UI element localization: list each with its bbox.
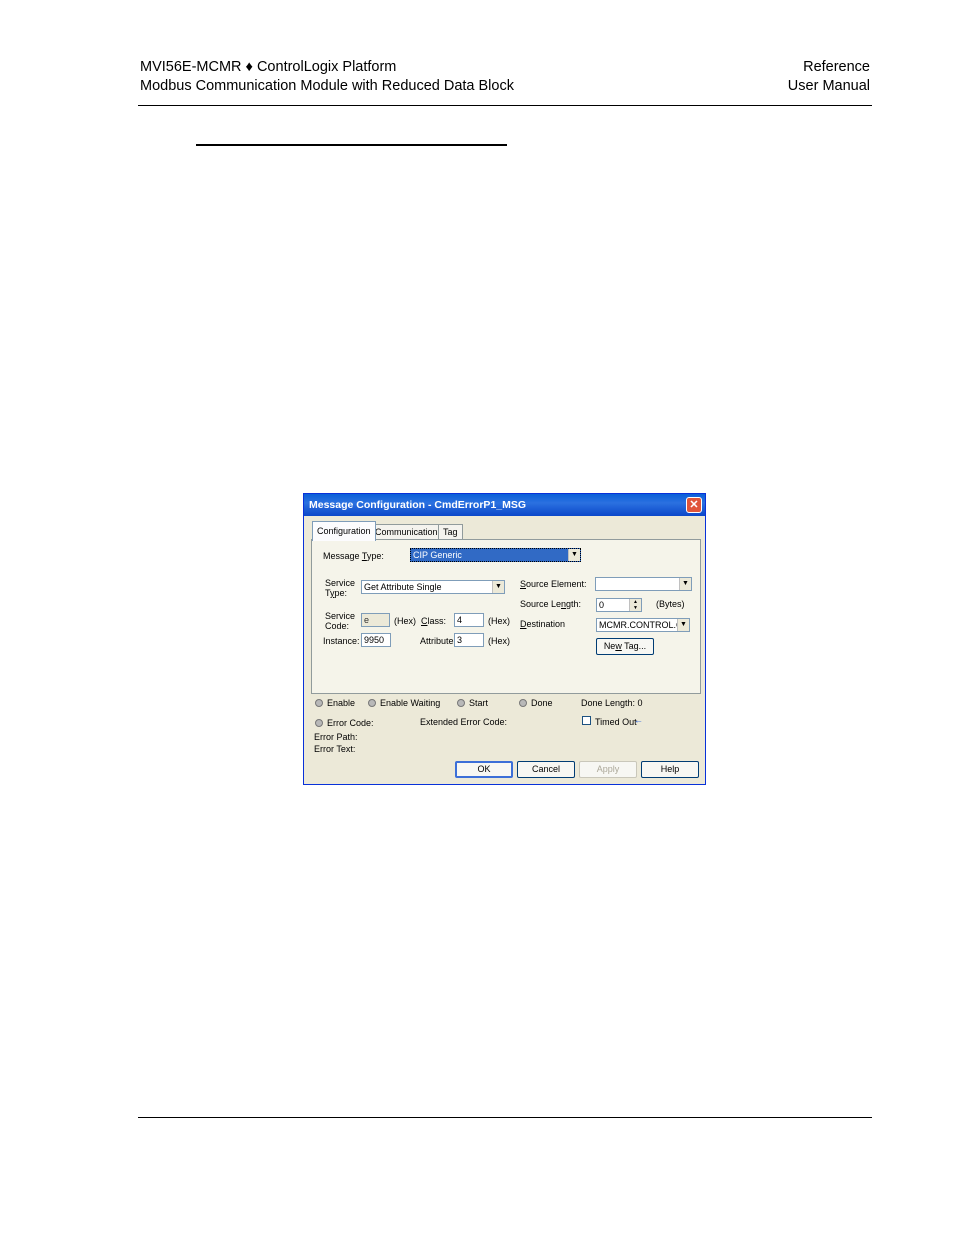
attribute-unit: (Hex) [488,636,510,646]
footer-divider [138,1117,872,1118]
start-status-led [457,699,465,707]
dialog-title: Message Configuration - CmdErrorP1_MSG [309,499,527,511]
class-label: Class: [421,616,447,626]
page-header-right: Reference User Manual [788,58,870,96]
attribute-label: Attribute: [420,636,457,646]
source-length-unit: (Bytes) [656,599,685,609]
done-status-label: Done [531,698,553,708]
apply-button[interactable]: Apply [579,761,637,778]
timed-out-label: Timed Out [595,717,637,727]
chevron-down-icon: ▼ [492,581,504,593]
class-field[interactable]: 4 [454,613,484,627]
extended-error-code-label: Extended Error Code: [420,717,508,727]
source-length-label: Source Length: [520,599,582,609]
header-doc-type: User Manual [787,78,870,94]
class-unit: (Hex) [488,616,510,626]
ok-button[interactable]: OK [455,761,513,778]
cancel-button[interactable]: Cancel [517,761,575,778]
destination-select[interactable]: MCMR.CONTROL.C ▼ [596,618,690,632]
enable-status-led [315,699,323,707]
header-product-line: MVI56E-MCMR ♦ ControlLogix Platform [140,59,397,75]
close-icon: ✕ [689,499,699,511]
help-button[interactable]: Help [641,761,699,778]
chevron-down-icon: ▼ [677,619,689,631]
start-status-label: Start [469,698,489,708]
section-underline [196,144,507,146]
enable-waiting-status-label: Enable Waiting [380,698,441,708]
error-code-label: Error Code: [327,718,374,728]
arrow-left-icon: ← [634,715,643,725]
source-element-label: Source Element: [520,579,587,589]
configuration-panel: Message Type: CIP Generic ▼ Service Type: … [311,539,701,694]
message-type-select[interactable]: CIP Generic ▼ [410,548,581,562]
destination-label: Destination [520,619,566,629]
header-product-description: Modbus Communication Module with Reduced… [140,78,514,94]
chevron-down-icon: ▼ [679,578,691,590]
done-status-led [519,699,527,707]
new-tag-button[interactable]: New Tag... [596,638,654,655]
service-type-select[interactable]: Get Attribute Single ▼ [361,580,505,594]
header-divider [138,105,872,106]
error-path-label: Error Path: [314,732,358,742]
service-code-unit: (Hex) [394,616,416,626]
tab-communication[interactable]: Communication [370,524,443,540]
dialog-titlebar: Message Configuration - CmdErrorP1_MSG ✕ [304,494,705,516]
close-button[interactable]: ✕ [686,497,702,513]
header-section: Reference [803,59,870,75]
spinner-icon: ▲ ▼ [629,599,641,611]
attribute-field[interactable]: 3 [454,633,484,647]
done-length-label: Done Length: 0 [581,698,643,708]
instance-label: Instance: [323,636,360,646]
enable-waiting-status-led [368,699,376,707]
tab-tag[interactable]: Tag [438,524,463,540]
timed-out-checkbox[interactable] [582,716,591,725]
error-code-status-led [315,719,323,727]
message-type-label: Message Type: [323,551,384,561]
chevron-down-icon: ▼ [568,549,580,561]
source-length-stepper[interactable]: 0 ▲ ▼ [596,598,642,612]
tab-configuration[interactable]: Configuration [312,521,376,541]
page-header-left: MVI56E-MCMR ♦ ControlLogix Platform Modb… [140,58,514,96]
service-code-field[interactable]: e [361,613,390,627]
service-code-label: Service Code: [325,611,356,631]
service-type-label: Service Type: [325,578,356,598]
enable-status-label: Enable [327,698,356,708]
message-configuration-dialog: Message Configuration - CmdErrorP1_MSG ✕… [303,493,706,785]
source-element-select[interactable]: ▼ [595,577,692,591]
instance-field[interactable]: 9950 [361,633,391,647]
error-text-label: Error Text: [314,744,356,754]
